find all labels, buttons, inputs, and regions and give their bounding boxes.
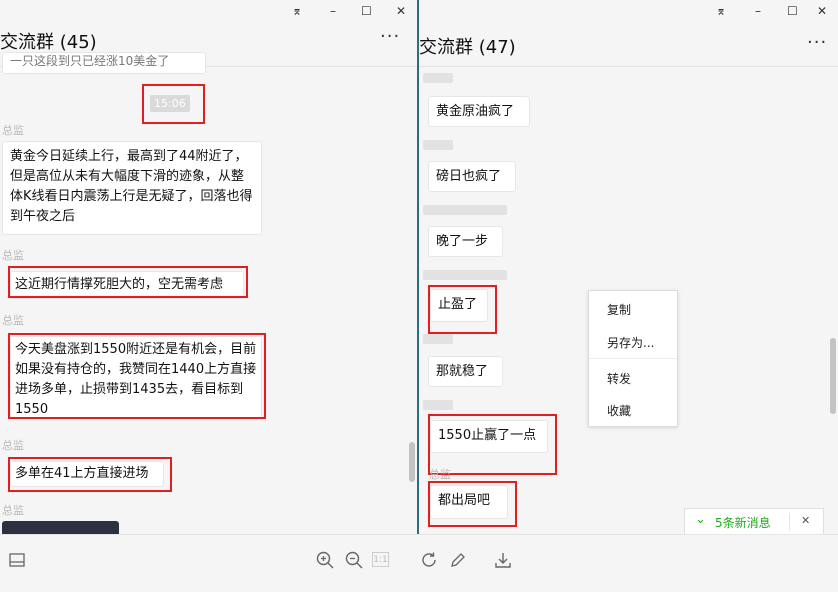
zoom-in-icon[interactable] — [314, 549, 336, 571]
image-viewer-toolbar: 1:1 — [0, 534, 838, 592]
context-menu: 复制 另存为... 转发 收藏 — [588, 290, 678, 427]
left-chat-title: 交流群 (45) — [0, 32, 97, 53]
message-bubble[interactable]: 止盈了 — [430, 289, 488, 322]
right-more-icon[interactable]: ··· — [807, 32, 827, 53]
edit-pencil-icon[interactable] — [447, 549, 469, 571]
minimize-icon[interactable]: – — [755, 4, 761, 18]
message-bubble[interactable]: 1550止赢了一点 — [430, 420, 548, 453]
left-more-icon[interactable]: ··· — [380, 26, 400, 47]
message-bubble[interactable]: 多单在41上方直接进场 — [10, 461, 164, 487]
blurred-sender — [423, 270, 507, 280]
menu-item-favorite[interactable]: 收藏 — [607, 402, 631, 419]
sidebar-toggle-icon[interactable] — [6, 549, 28, 571]
time-badge: 15:06 — [150, 95, 190, 112]
partial-message: 一只这段到只已经涨10美金了 — [2, 52, 206, 74]
right-chat-title: 交流群 (47) — [419, 37, 516, 58]
blurred-sender — [423, 140, 453, 150]
close-icon[interactable]: ✕ — [817, 4, 827, 18]
message-bubble[interactable]: 黄金原油疯了 — [428, 96, 530, 127]
message-bubble[interactable]: 都出局吧 — [430, 485, 508, 519]
new-messages-toast[interactable]: ⌄ 5条新消息 ✕ — [684, 508, 824, 536]
pin-icon[interactable]: ⌆ — [716, 4, 726, 18]
chevron-down-icon: ⌄ — [695, 512, 706, 527]
minimize-icon[interactable]: – — [330, 4, 336, 18]
right-scrollbar[interactable] — [830, 338, 836, 414]
message-bubble[interactable]: 黄金今日延续上行，最高到了44附近了，但是高位从未有大幅度下滑的迹象，从整体K线… — [2, 141, 262, 235]
message-bubble[interactable]: 磅日也疯了 — [428, 161, 516, 192]
pin-icon[interactable]: ⌆ — [292, 4, 302, 18]
sender-name: 总监 — [2, 249, 24, 262]
blurred-sender — [423, 73, 453, 83]
right-title-bar: ⌆ – ☐ ✕ 交流群 (47) ··· — [419, 0, 838, 67]
left-scrollbar[interactable] — [409, 442, 415, 482]
maximize-icon[interactable]: ☐ — [787, 4, 798, 18]
sender-name: 总监 — [2, 504, 24, 517]
sender-name: 总监 — [429, 468, 451, 481]
message-bubble[interactable]: 这近期行情撑死胆大的，空无需考虑 — [10, 271, 244, 299]
message-bubble[interactable]: 那就稳了 — [428, 356, 503, 387]
sender-name: 总监 — [2, 314, 24, 327]
maximize-icon[interactable]: ☐ — [361, 4, 372, 18]
new-messages-label: 5条新消息 — [715, 516, 771, 530]
blurred-sender — [423, 334, 453, 344]
sender-name: 总监 — [2, 439, 24, 452]
actual-size-icon[interactable]: 1:1 — [372, 552, 389, 567]
blurred-sender — [423, 400, 453, 410]
blurred-sender — [423, 205, 507, 215]
zoom-out-icon[interactable] — [343, 549, 365, 571]
download-icon[interactable] — [492, 549, 514, 571]
menu-divider — [589, 358, 677, 359]
rotate-icon[interactable] — [418, 549, 440, 571]
menu-item-forward[interactable]: 转发 — [607, 370, 631, 387]
message-bubble[interactable]: 晚了一步 — [428, 226, 503, 257]
message-bubble[interactable]: 今天美盘涨到1550附近还是有机会，目前如果没有持仓的，我赞同在1440上方直接… — [10, 336, 262, 418]
left-chat-window: ⌆ – ☐ ✕ 交流群 (45) ··· 一只这段到只已经涨10美金了 15:0… — [0, 0, 417, 534]
close-icon[interactable]: ✕ — [396, 4, 406, 18]
right-chat-window: ⌆ – ☐ ✕ 交流群 (47) ··· 黄金原油疯了 磅日也疯了 晚了一步 止… — [419, 0, 838, 534]
sender-name: 总监 — [2, 124, 24, 137]
toast-close-icon[interactable]: ✕ — [801, 514, 810, 527]
toast-divider — [789, 513, 790, 531]
menu-item-save-as[interactable]: 另存为... — [607, 334, 654, 351]
image-thumbnail[interactable] — [2, 521, 119, 534]
menu-item-copy[interactable]: 复制 — [607, 301, 631, 318]
